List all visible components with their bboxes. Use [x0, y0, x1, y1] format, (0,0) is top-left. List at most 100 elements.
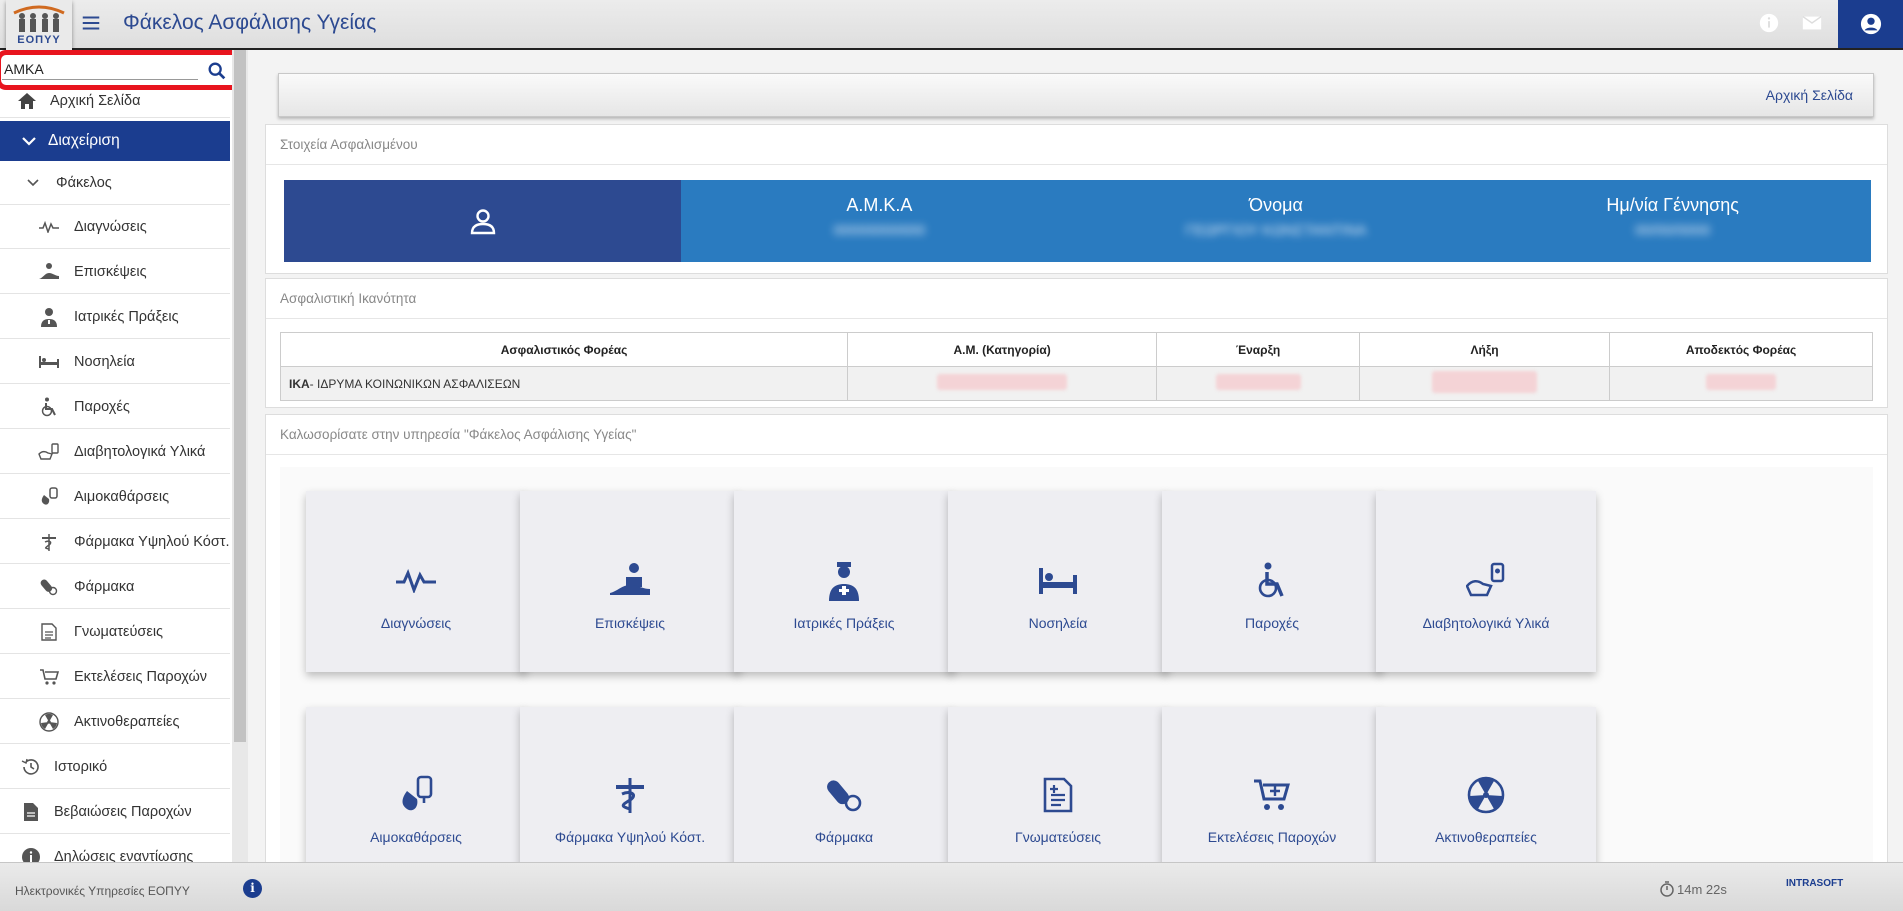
column-header: Λήξη: [1359, 332, 1611, 367]
tile-hospitalization[interactable]: Νοσηλεία: [948, 491, 1168, 672]
tile-label: Ακτινοθεραπείες: [1435, 829, 1537, 845]
sidebar-item-radiotherapy[interactable]: Ακτινοθεραπείες: [0, 700, 230, 744]
column-header: Α.Μ. (Κατηγορία): [847, 332, 1158, 367]
sidebar-item-label: Ιστορικό: [54, 758, 108, 775]
account-button[interactable]: [1838, 0, 1903, 48]
sidebar-item-diabetic-supplies[interactable]: Διαβητολογικά Υλικά: [0, 430, 230, 474]
sidebar-item-label: Αιμοκαθάρσεις: [74, 488, 170, 505]
sidebar-item-label: Αρχική Σελίδα: [50, 92, 141, 109]
tile-label: Επισκέψεις: [594, 615, 666, 631]
tile-executions[interactable]: Εκτελέσεις Παροχών: [1162, 707, 1382, 862]
services-grid: Διαγνώσεις Επισκέψεις Ιατρικές Πράξεις Ν…: [280, 467, 1873, 862]
pulse-icon: [394, 561, 438, 601]
tile-radiotherapy[interactable]: Ακτινοθεραπείες: [1376, 707, 1596, 862]
doctor-visit-icon: [608, 561, 652, 601]
logo-people-icon: [13, 5, 65, 32]
main-content: Αρχική Σελίδα Στοιχεία Ασφαλισμένου Α.Μ.…: [263, 65, 1888, 862]
glucose-meter-icon: [36, 441, 62, 463]
logo-text: ΕΟΠΥΥ: [17, 33, 61, 46]
search-icon[interactable]: [206, 60, 228, 82]
table-header-row: Ασφαλιστικός Φορέας Α.Μ. (Κατηγορία) Ένα…: [279, 332, 1873, 367]
fund-name: - ΙΔΡΥΜΑ ΚΟΙΝΩΝΙΚΩΝ ΑΣΦΑΛΙΣΕΩΝ: [309, 376, 521, 391]
breadcrumb: Αρχική Σελίδα: [278, 73, 1874, 117]
tile-opinions[interactable]: Γνωματεύσεις: [948, 707, 1168, 862]
sidebar-item-hospitalization[interactable]: Νοσηλεία: [0, 340, 230, 384]
sidebar-item-executions[interactable]: Εκτελέσεις Παροχών: [0, 655, 230, 699]
radiation-icon: [1464, 775, 1508, 815]
info-icon[interactable]: [1758, 12, 1780, 34]
eopyy-logo[interactable]: ΕΟΠΥΥ: [6, 0, 72, 50]
cart-plus-icon: [1250, 775, 1294, 815]
footer-info-icon[interactable]: i: [243, 879, 262, 898]
tile-benefits[interactable]: Παροχές: [1162, 491, 1382, 672]
account-icon: [1860, 13, 1881, 35]
tile-diabetic-supplies[interactable]: Διαβητολογικά Υλικά: [1376, 491, 1596, 672]
sidebar-item-label: Διαχείριση: [48, 132, 120, 149]
sidebar-item-benefits[interactable]: Παροχές: [0, 385, 230, 429]
sidebar-item-label: Γνωματεύσεις: [74, 623, 164, 640]
sidebar-item-label: Εκτελέσεις Παροχών: [74, 668, 208, 685]
dob-value: 00/00/0000: [1635, 222, 1711, 239]
sidebar-item-diagnoses[interactable]: Διαγνώσεις: [0, 205, 230, 249]
sidebar-item-history[interactable]: Ιστορικό: [0, 745, 230, 789]
bed-icon: [1036, 561, 1080, 601]
sidebar-item-label: Φάρμακα: [74, 578, 135, 595]
tile-label: Νοσηλεία: [1028, 615, 1088, 631]
sidebar-scrollbar[interactable]: [232, 50, 248, 862]
sidebar-item-label: Δηλώσεις εναντίωσης: [54, 848, 194, 863]
chevron-down-icon: [20, 172, 46, 194]
bed-icon: [36, 351, 62, 373]
redacted-value: [937, 374, 1068, 390]
timer-value: 14m 22s: [1677, 881, 1727, 897]
column-header: Έναρξη: [1156, 332, 1361, 367]
tile-label: Παροχές: [1245, 615, 1299, 631]
amka-value: 00000000000: [833, 222, 926, 239]
fund-cell: ΙΚΑ- ΙΔΡΥΜΑ ΚΟΙΝΩΝΙΚΩΝ ΑΣΦΑΛΙΣΕΩΝ: [279, 366, 849, 401]
tile-diagnoses[interactable]: Διαγνώσεις: [306, 491, 526, 672]
registry-cell: [847, 366, 1158, 401]
sidebar-item-opinions[interactable]: Γνωματεύσεις: [0, 610, 230, 654]
sidebar-item-label: Φάκελος: [56, 174, 112, 191]
sidebar-item-management[interactable]: Διαχείριση: [0, 121, 230, 161]
amka-search-input[interactable]: [2, 58, 198, 80]
scrollbar-thumb[interactable]: [234, 50, 246, 742]
menu-icon[interactable]: [80, 12, 102, 34]
redacted-value: [1215, 374, 1301, 390]
sidebar-item-label: Φάρμακα Υψηλού Κόστ.: [74, 533, 230, 550]
dob-label: Ημ/νία Γέννησης: [1606, 195, 1739, 215]
sidebar-item-label: Παροχές: [74, 398, 130, 415]
sidebar-item-high-cost-drugs[interactable]: Φάρμακα Υψηλού Κόστ.: [0, 520, 230, 564]
sidebar-item-label: Διαβητολογικά Υλικά: [74, 443, 206, 460]
glucose-meter-icon: [1464, 561, 1508, 601]
pill-icon: [822, 775, 866, 815]
sidebar-item-procedures[interactable]: Ιατρικές Πράξεις: [0, 295, 230, 339]
table-row: ΙΚΑ- ΙΔΡΥΜΑ ΚΟΙΝΩΝΙΚΩΝ ΑΣΦΑΛΙΣΕΩΝ: [279, 366, 1873, 401]
sidebar-item-certificates[interactable]: Βεβαιώσεις Παροχών: [0, 790, 230, 834]
sidebar-item-home[interactable]: Αρχική Σελίδα: [0, 84, 230, 118]
tile-visits[interactable]: Επισκέψεις: [520, 491, 740, 672]
sidebar-item-visits[interactable]: Επισκέψεις: [0, 250, 230, 294]
breadcrumb-home-link[interactable]: Αρχική Σελίδα: [1766, 87, 1853, 103]
sidebar: Αρχική Σελίδα Διαχείριση Φάκελος Διαγνώσ…: [0, 50, 232, 862]
amka-column: Α.Μ.Κ.Α 00000000000: [681, 180, 1078, 262]
eligibility-table: Ασφαλιστικός Φορέας Α.Μ. (Κατηγορία) Ένα…: [279, 332, 1873, 401]
top-bar: ΕΟΠΥΥ Φάκελος Ασφάλισης Υγείας: [0, 0, 1903, 50]
app-title: Φάκελος Ασφάλισης Υγείας: [123, 11, 377, 34]
blood-bag-icon: [36, 486, 62, 508]
tile-drugs[interactable]: Φάρμακα: [734, 707, 954, 862]
tile-high-cost-drugs[interactable]: Φάρμακα Υψηλού Κόστ.: [520, 707, 740, 862]
sidebar-item-drugs[interactable]: Φάρμακα: [0, 565, 230, 609]
tile-label: Εκτελέσεις Παροχών: [1207, 829, 1337, 845]
sidebar-item-label: Διαγνώσεις: [74, 218, 147, 235]
amka-label: Α.Μ.Κ.Α: [846, 195, 913, 215]
tile-dialysis[interactable]: Αιμοκαθάρσεις: [306, 707, 526, 862]
tile-procedures[interactable]: Ιατρικές Πράξεις: [734, 491, 954, 672]
pill-icon: [36, 576, 62, 598]
tile-label: Διαγνώσεις: [380, 615, 452, 631]
mail-icon[interactable]: [1801, 12, 1823, 34]
insured-panel: Στοιχεία Ασφαλισμένου Α.Μ.Κ.Α 0000000000…: [265, 124, 1888, 274]
sidebar-item-declarations[interactable]: Δηλώσεις εναντίωσης: [0, 835, 230, 862]
sidebar-item-folder[interactable]: Φάκελος: [0, 161, 230, 205]
end-cell: [1359, 366, 1611, 401]
sidebar-item-dialysis[interactable]: Αιμοκαθάρσεις: [0, 475, 230, 519]
